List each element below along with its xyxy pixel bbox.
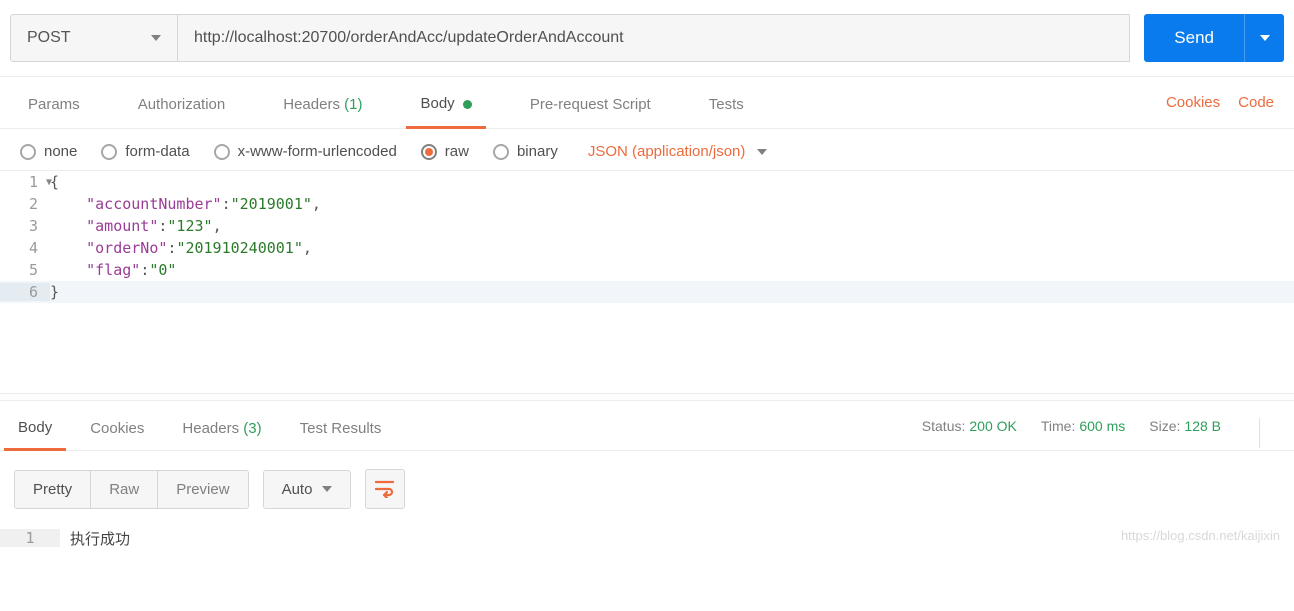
tab-body[interactable]: Body: [406, 77, 485, 129]
radio-icon: [101, 144, 117, 160]
tab-headers-label: Headers: [283, 96, 340, 113]
radio-icon: [493, 144, 509, 160]
send-button[interactable]: Send: [1144, 14, 1244, 62]
chevron-down-icon: [757, 149, 767, 155]
body-type-formdata[interactable]: form-data: [101, 143, 189, 160]
radio-icon: [20, 144, 36, 160]
view-preview[interactable]: Preview: [157, 471, 247, 508]
response-format-select[interactable]: Auto: [263, 470, 352, 509]
response-tab-body[interactable]: Body: [4, 415, 66, 451]
content-type-select[interactable]: JSON (application/json): [588, 143, 768, 160]
body-type-xwww[interactable]: x-www-form-urlencoded: [214, 143, 397, 160]
response-tab-test-results[interactable]: Test Results: [286, 416, 396, 449]
body-type-raw[interactable]: raw: [421, 143, 469, 160]
response-body-text: 执行成功: [60, 528, 130, 549]
body-type-binary[interactable]: binary: [493, 143, 558, 160]
radio-icon: [421, 144, 437, 160]
size-value: 128 B: [1184, 418, 1221, 434]
response-body-viewer[interactable]: 1 执行成功 https://blog.csdn.net/kaijixin: [0, 527, 1294, 549]
cookies-link[interactable]: Cookies: [1166, 94, 1220, 111]
tab-prerequest[interactable]: Pre-request Script: [516, 78, 665, 127]
radio-icon: [214, 144, 230, 160]
chevron-down-icon: [322, 486, 332, 492]
response-tab-headers[interactable]: Headers (3): [168, 416, 275, 449]
http-method-select[interactable]: POST: [10, 14, 178, 62]
chevron-down-icon: [151, 35, 161, 41]
send-dropdown-button[interactable]: [1244, 14, 1284, 62]
tab-authorization[interactable]: Authorization: [124, 78, 240, 127]
tab-headers[interactable]: Headers (1): [269, 78, 376, 127]
wrap-icon: [375, 480, 395, 498]
code-link[interactable]: Code: [1238, 94, 1274, 111]
response-view-toggle: Pretty Raw Preview: [14, 470, 249, 509]
view-pretty[interactable]: Pretty: [15, 471, 90, 508]
time-value: 600 ms: [1079, 418, 1125, 434]
url-input[interactable]: [178, 14, 1130, 62]
watermark: https://blog.csdn.net/kaijixin: [1121, 528, 1280, 543]
chevron-down-icon: [1260, 35, 1270, 41]
wrap-lines-button[interactable]: [365, 469, 405, 509]
modified-dot-icon: [463, 100, 472, 109]
tab-params[interactable]: Params: [14, 78, 94, 127]
tab-tests[interactable]: Tests: [695, 78, 758, 127]
request-body-editor[interactable]: 1▼{ 2 "accountNumber":"2019001", 3 "amou…: [0, 171, 1294, 303]
body-type-none[interactable]: none: [20, 143, 77, 160]
view-raw[interactable]: Raw: [90, 471, 157, 508]
tab-headers-count: (1): [344, 96, 362, 113]
response-tab-cookies[interactable]: Cookies: [76, 416, 158, 449]
http-method-label: POST: [27, 29, 71, 47]
tab-body-label: Body: [420, 95, 454, 112]
line-number: 1: [0, 529, 60, 547]
status-value: 200 OK: [969, 418, 1016, 434]
response-status-bar: Status:200 OK Time:600 ms Size:128 B: [922, 418, 1280, 448]
